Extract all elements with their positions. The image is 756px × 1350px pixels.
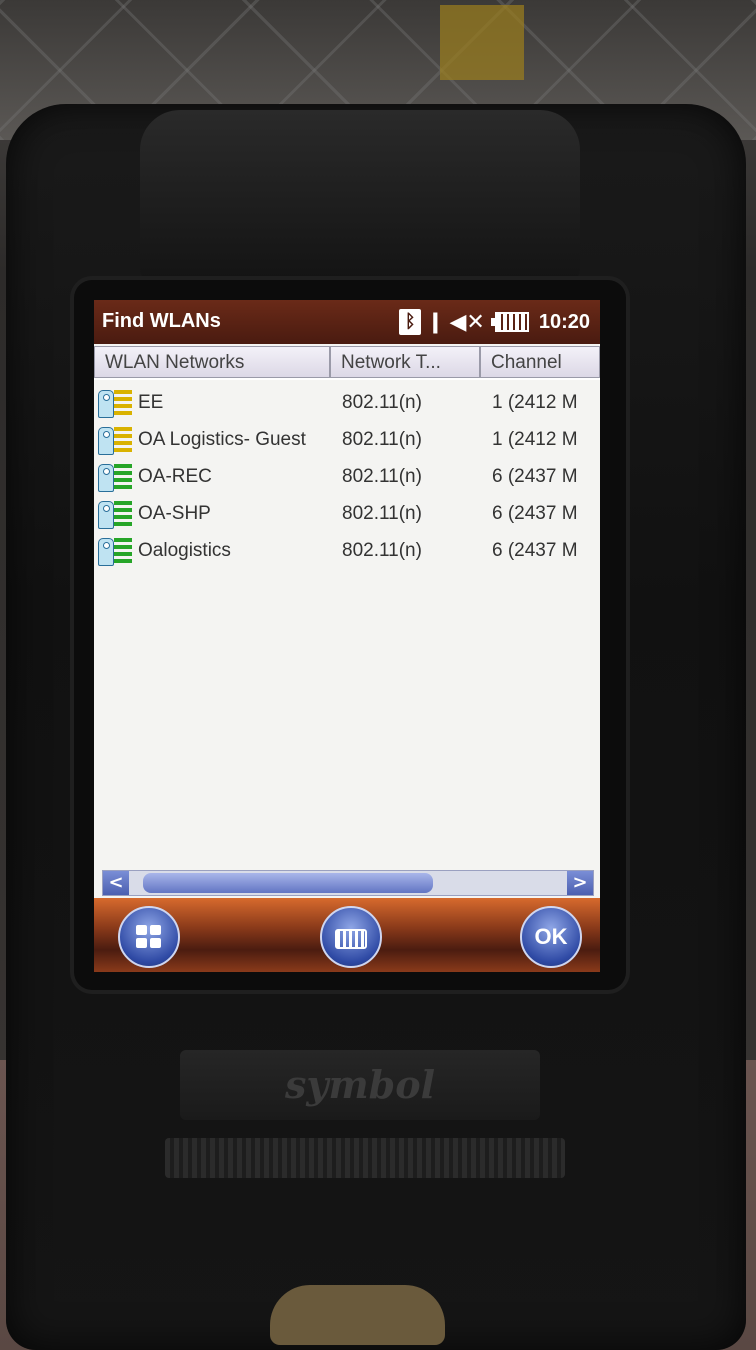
- network-name: OA-SHP: [138, 502, 211, 524]
- title-bar: Find WLANs ᛒ ǀ ◀✕ 10:20: [94, 300, 600, 344]
- network-name-cell: OA-SHP: [94, 499, 342, 529]
- network-channel: 1 (2412 M: [492, 428, 578, 450]
- horizontal-scrollbar[interactable]: < >: [102, 870, 594, 896]
- battery-icon[interactable]: [490, 312, 529, 332]
- background-object: [440, 5, 524, 80]
- speaker-muted-icon[interactable]: ◀✕: [449, 310, 484, 335]
- keyboard-button[interactable]: [320, 906, 382, 968]
- list-item[interactable]: Oalogistics 802.11(n) 6 (2437 M: [94, 532, 600, 569]
- status-icons: ᛒ ǀ ◀✕ 10:20: [399, 306, 590, 338]
- network-type: 802.11(n): [342, 428, 422, 450]
- list-item[interactable]: OA-SHP 802.11(n) 6 (2437 M: [94, 495, 600, 532]
- ok-button[interactable]: OK: [520, 906, 582, 968]
- brand-logo: symbol: [284, 1062, 436, 1107]
- network-name: OA-REC: [138, 465, 212, 487]
- network-type: 802.11(n): [342, 391, 422, 413]
- list-item[interactable]: OA Logistics- Guest 802.11(n) 1 (2412 M: [94, 421, 600, 458]
- window-title: Find WLANs: [102, 310, 221, 332]
- network-type: 802.11(n): [342, 465, 422, 487]
- device-scanner-head: [140, 110, 580, 280]
- antenna-icon[interactable]: ǀ: [431, 310, 439, 335]
- network-name: EE: [138, 391, 164, 413]
- list-item[interactable]: EE 802.11(n) 1 (2412 M: [94, 384, 600, 421]
- device-screen: Find WLANs ᛒ ǀ ◀✕ 10:20 WLAN Networks Ne…: [94, 300, 600, 972]
- wlan-signal-icon: [98, 425, 136, 455]
- network-channel: 6 (2437 M: [492, 465, 578, 487]
- bottom-bar: OK: [94, 898, 600, 972]
- network-name-cell: OA Logistics- Guest: [94, 425, 342, 455]
- wlan-list: EE 802.11(n) 1 (2412 M OA Logistics- Gue…: [94, 384, 600, 569]
- brand-plate: symbol: [180, 1050, 540, 1120]
- network-name-cell: OA-REC: [94, 462, 342, 492]
- start-button[interactable]: [118, 906, 180, 968]
- network-name-cell: EE: [94, 388, 342, 418]
- list-header: WLAN Networks Network T... Channel: [94, 346, 600, 380]
- network-channel: 6 (2437 M: [492, 502, 578, 524]
- network-name: Oalogistics: [138, 539, 231, 561]
- clock[interactable]: 10:20: [539, 311, 590, 334]
- column-header-network-type[interactable]: Network T...: [330, 346, 480, 378]
- device-trigger-key: [270, 1285, 445, 1345]
- network-type: 802.11(n): [342, 539, 422, 561]
- column-header-channel[interactable]: Channel: [480, 346, 600, 378]
- scroll-thumb[interactable]: [143, 873, 433, 893]
- wlan-signal-icon: [98, 462, 136, 492]
- list-item[interactable]: OA-REC 802.11(n) 6 (2437 M: [94, 458, 600, 495]
- windows-logo-icon: [136, 925, 162, 949]
- network-channel: 6 (2437 M: [492, 539, 578, 561]
- column-header-wlan-networks[interactable]: WLAN Networks: [94, 346, 330, 378]
- network-name: OA Logistics- Guest: [138, 428, 306, 450]
- network-channel: 1 (2412 M: [492, 391, 578, 413]
- network-type: 802.11(n): [342, 502, 422, 524]
- network-name-cell: Oalogistics: [94, 536, 342, 566]
- keyboard-icon: [335, 929, 367, 949]
- scroll-left-arrow-icon[interactable]: <: [103, 871, 129, 895]
- wlan-signal-icon: [98, 388, 136, 418]
- wlan-signal-icon: [98, 499, 136, 529]
- wlan-signal-icon: [98, 536, 136, 566]
- bluetooth-icon[interactable]: ᛒ: [399, 309, 422, 335]
- device-grille: [165, 1138, 565, 1178]
- scroll-right-arrow-icon[interactable]: >: [567, 871, 593, 895]
